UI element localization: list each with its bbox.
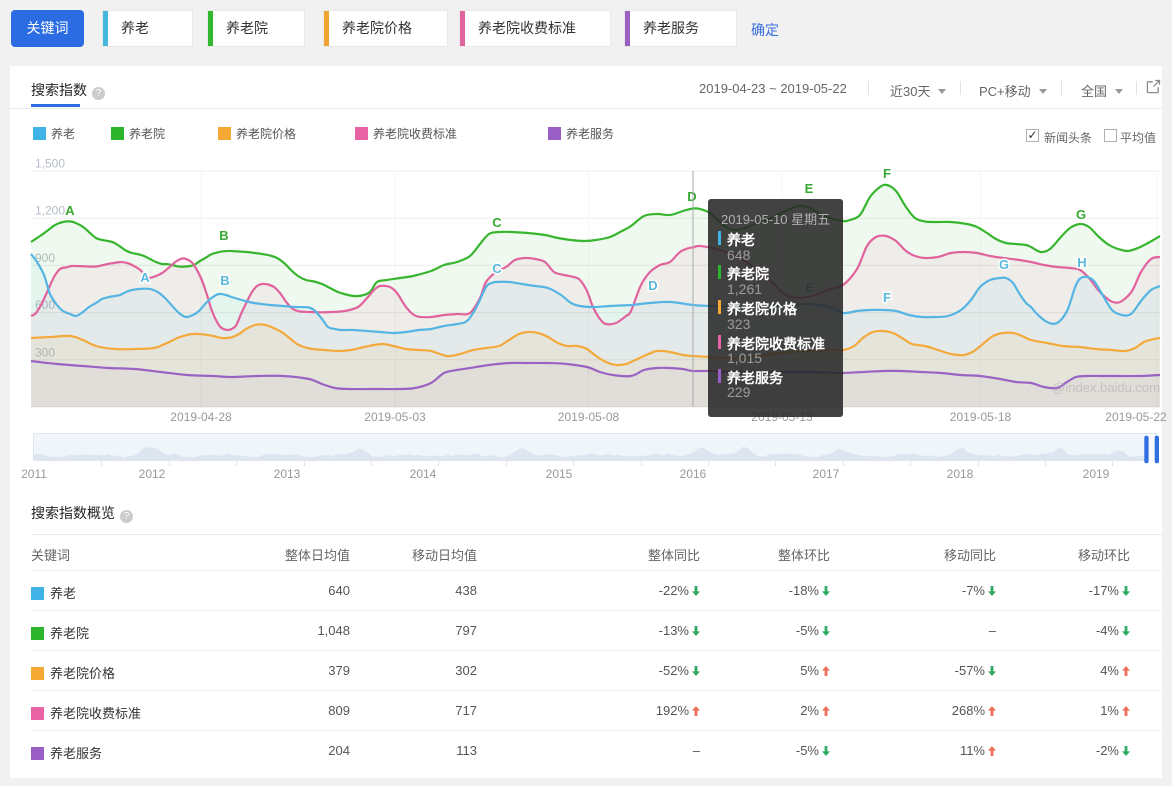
svg-text:2019-04-28: 2019-04-28 (170, 410, 232, 424)
svg-text:F: F (883, 166, 891, 181)
svg-text:D: D (687, 189, 696, 204)
svg-text:G: G (999, 257, 1009, 272)
svg-text:B: B (220, 273, 229, 288)
svg-text:D: D (648, 278, 657, 293)
svg-text:C: C (492, 215, 502, 230)
svg-text:2019-05-18: 2019-05-18 (950, 410, 1012, 424)
svg-text:C: C (492, 261, 502, 276)
svg-text:A: A (140, 270, 150, 285)
svg-text:A: A (65, 203, 75, 218)
svg-text:G: G (1076, 207, 1086, 222)
svg-text:B: B (219, 228, 228, 243)
svg-text:@index.baidu.com: @index.baidu.com (1052, 380, 1160, 395)
svg-text:1,200: 1,200 (35, 204, 65, 218)
svg-text:H: H (1077, 255, 1086, 270)
svg-text:2019-05-08: 2019-05-08 (558, 410, 620, 424)
svg-text:1,500: 1,500 (35, 157, 65, 171)
svg-text:2019-05-22: 2019-05-22 (1105, 410, 1167, 424)
svg-text:F: F (883, 290, 891, 305)
svg-text:E: E (805, 181, 814, 196)
svg-text:2019-05-03: 2019-05-03 (364, 410, 426, 424)
